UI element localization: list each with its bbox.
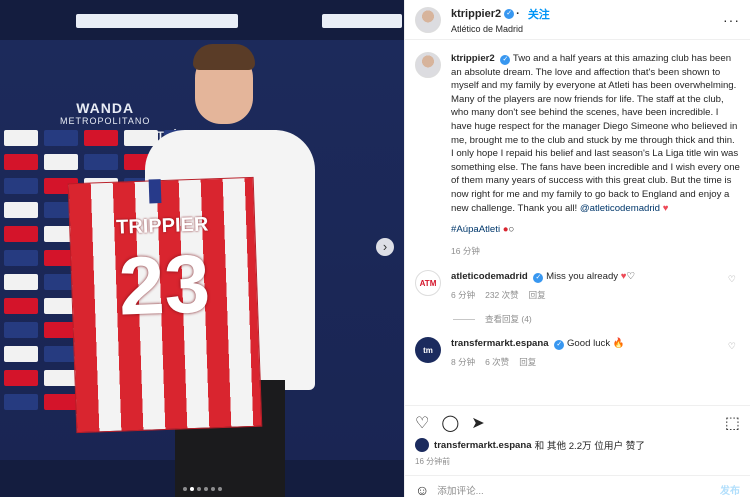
post-time: 16 分钟前 [415, 457, 451, 466]
carousel-dot-active [189, 487, 194, 491]
more-options-icon[interactable]: ··· [723, 12, 740, 28]
reply-button[interactable]: 回复 [519, 356, 536, 368]
post-photo[interactable]: WANDA METROPOLITANO ATLÉTICO TRI [0, 0, 404, 497]
caption-avatar[interactable] [415, 52, 441, 78]
verified-badge-icon: ✓ [533, 273, 544, 284]
liked-by-count[interactable]: 和 其他 2.2万 位用户 赞了 [535, 438, 645, 452]
author-avatar[interactable] [415, 6, 441, 33]
red-heart-icon: ♥ [662, 202, 669, 214]
comment-username[interactable]: transfermarkt.espana [451, 338, 549, 349]
comment-likes[interactable]: 6 次赞 [485, 356, 509, 368]
comments-area: ktrippier2 ✓ Two and a half years at thi… [405, 40, 750, 405]
view-replies-button[interactable]: 查看回复 (4) [453, 313, 740, 325]
caption: ktrippier2 ✓ Two and a half years at thi… [415, 52, 740, 258]
commenter-avatar[interactable]: ATM [415, 270, 441, 297]
carousel-dots [0, 487, 404, 491]
ceiling-light [322, 14, 402, 28]
add-comment-bar: ☺ 添加评论... 发布 [405, 475, 750, 503]
atletico-jersey: TRIPPIER 23 [67, 176, 263, 434]
follow-button[interactable]: 关注 [528, 6, 550, 22]
comment-like-icon[interactable]: ♡ [728, 341, 736, 352]
verified-badge-icon: ✓ [504, 8, 515, 19]
liked-by[interactable]: transfermarkt.espana 和 其他 2.2万 位用户 赞了 [415, 438, 740, 452]
white-heart-icon: ♡ [626, 271, 636, 283]
emoji-icon[interactable]: ☺ [415, 482, 429, 498]
liked-by-username[interactable]: transfermarkt.espana [434, 440, 532, 451]
verified-badge-icon: ✓ [500, 55, 511, 65]
comment-text: Miss you already [546, 271, 619, 283]
like-icon[interactable]: ♡ [415, 413, 429, 433]
comment-like-icon[interactable]: ♡ [728, 274, 736, 285]
comment-username[interactable]: atleticodemadrid [451, 271, 528, 282]
bookmark-icon[interactable]: ⬚ [725, 413, 740, 433]
fire-icon: 🔥 [612, 338, 625, 350]
carousel-dot [203, 487, 208, 491]
jersey-number: 23 [117, 238, 212, 333]
share-icon[interactable]: ➤ [471, 413, 484, 433]
jersey-collar [148, 179, 162, 204]
comment-text: Good luck [566, 338, 611, 350]
carousel-dot [182, 487, 187, 491]
next-image-button[interactable]: › [376, 238, 394, 256]
post-side-panel: ktrippier2 ✓ · 关注 Atlético de Madrid ···… [404, 0, 750, 498]
caption-username[interactable]: ktrippier2 [451, 53, 495, 64]
carousel-dot [210, 487, 215, 491]
post-actions: ♡ ◯ ➤ ⬚ transfermarkt.espana 和 其他 2.2万 位… [405, 405, 750, 498]
reply-button[interactable]: 回复 [529, 289, 546, 301]
caption-hashtag[interactable]: #AúpaAtleti [451, 224, 500, 235]
carousel-dot [217, 487, 222, 491]
post-header: ktrippier2 ✓ · 关注 Atlético de Madrid ··· [405, 0, 750, 40]
comment-time: 8 分钟 [451, 357, 476, 368]
post-comment-button[interactable]: 发布 [720, 482, 740, 497]
commenter-avatar[interactable]: tm [415, 337, 441, 364]
comment-item: tm transfermarkt.espana ✓ Good luck 🔥 8 … [415, 337, 740, 368]
white-circle-icon: ○ [508, 224, 515, 236]
caption-mention[interactable]: @atleticodemadrid [580, 203, 660, 214]
ceiling-light [76, 14, 238, 28]
post-location[interactable]: Atlético de Madrid [451, 24, 550, 34]
comment-input[interactable]: 添加评论... [437, 483, 483, 497]
caption-text: Two and a half years at this amazing clu… [451, 53, 740, 214]
comment-item: ATM atleticodemadrid ✓ Miss you already … [415, 270, 740, 301]
comment-likes[interactable]: 232 次赞 [485, 289, 519, 301]
liked-by-avatar [415, 438, 429, 452]
comment-icon[interactable]: ◯ [441, 413, 459, 433]
comment-time: 6 分钟 [451, 290, 476, 301]
caption-time: 16 分钟 [451, 245, 480, 256]
author-username[interactable]: ktrippier2 [451, 8, 501, 20]
verified-badge-icon: ✓ [554, 340, 565, 351]
carousel-dot [196, 487, 201, 491]
player-hair [193, 44, 255, 70]
